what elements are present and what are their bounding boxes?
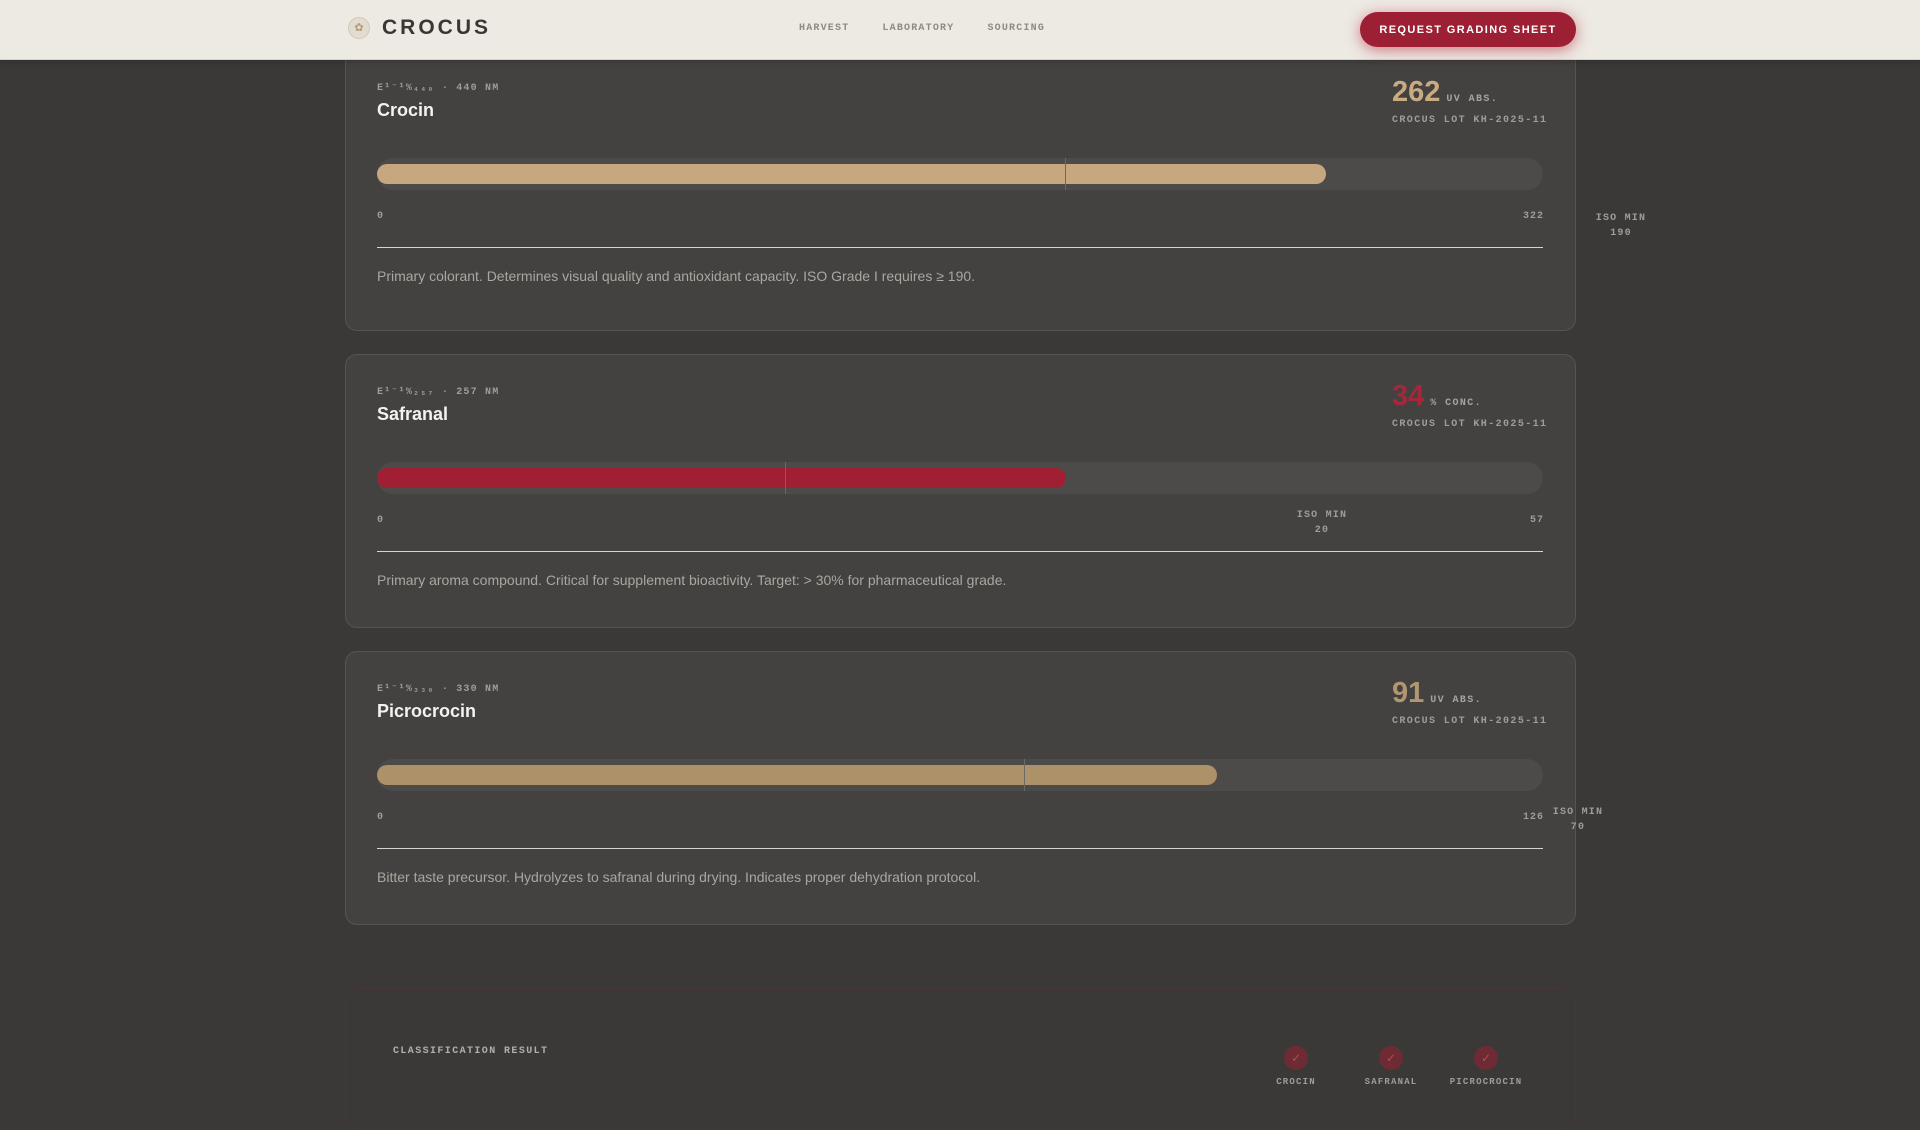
check-icon: ✓ — [1474, 1046, 1498, 1070]
iso-min-label: ISO MIN 190 — [1581, 211, 1661, 241]
progress-fill — [377, 765, 1217, 785]
scale-min-label: 0 — [377, 211, 385, 222]
metric-formula: E¹⁻¹%₃₃₀ · 330 NM — [377, 684, 500, 695]
metric-value: 34 — [1392, 380, 1425, 412]
scale-max-label: 57 — [1529, 515, 1544, 526]
metric-card-crocin: E¹⁻¹%₄₄₀ · 440 NM Crocin 262 UV ABS. CRO… — [345, 50, 1645, 331]
progress-track — [377, 462, 1543, 494]
progress-fill — [377, 164, 1327, 184]
metric-card-picrocrocin: E¹⁻¹%₃₃₀ · 330 NM Picrocrocin 91 UV ABS.… — [345, 651, 1602, 925]
iso-min-value: 190 — [1610, 228, 1632, 239]
iso-min-caption: ISO MIN — [1595, 213, 1647, 224]
main-nav: HARVEST LABORATORY SOURCING — [799, 23, 1078, 34]
nav-harvest[interactable]: HARVEST — [799, 23, 849, 34]
brand[interactable]: ✿ CROCUS — [348, 16, 491, 40]
metric-value: 262 — [1392, 76, 1441, 108]
classification-card: CLASSIFICATION RESULT ✓ ✓ ✓ CROCIN SAFRA… — [345, 988, 1576, 1130]
check-label-safranal: SAFRANAL — [1364, 1077, 1418, 1087]
check-icon: ✓ — [1379, 1046, 1403, 1070]
scale-min-label: 0 — [377, 812, 385, 823]
metric-value-block: 34 % CONC. CROCUS LOT KH-2025-11 — [1392, 380, 1547, 430]
nav-sourcing[interactable]: SOURCING — [987, 23, 1045, 34]
metric-value: 91 — [1392, 677, 1425, 709]
check-label-crocin: CROCIN — [1276, 1077, 1316, 1087]
divider — [377, 247, 1543, 248]
iso-min-value: 20 — [1314, 525, 1330, 536]
scale-max-label: 322 — [1522, 211, 1544, 222]
lot-id: CROCUS LOT KH-2025-11 — [1392, 115, 1548, 126]
iso-min-value: 70 — [1570, 822, 1586, 833]
metric-unit: % CONC. — [1430, 398, 1483, 409]
metric-value-block: 262 UV ABS. CROCUS LOT KH-2025-11 — [1392, 76, 1547, 126]
divider — [377, 848, 1543, 849]
iso-min-marker — [1024, 759, 1026, 791]
metric-description: Primary aroma compound. Critical for sup… — [377, 572, 1007, 588]
classification-label: CLASSIFICATION RESULT — [393, 1046, 549, 1057]
lot-id: CROCUS LOT KH-2025-11 — [1392, 716, 1548, 727]
metric-formula: E¹⁻¹%₄₄₀ · 440 NM — [377, 83, 500, 94]
metric-title: Picrocrocin — [377, 701, 477, 721]
scale-min-label: 0 — [377, 515, 385, 526]
iso-min-label: ISO MIN 20 — [1282, 508, 1362, 538]
iso-min-caption: ISO MIN — [1296, 510, 1348, 521]
iso-min-marker — [785, 462, 787, 494]
brand-name: CROCUS — [382, 16, 492, 39]
divider — [377, 551, 1543, 552]
progress-track — [377, 158, 1543, 190]
metric-title: Safranal — [377, 404, 449, 424]
metric-unit: UV ABS. — [1430, 695, 1483, 706]
iso-min-caption: ISO MIN — [1552, 807, 1604, 818]
lot-id: CROCUS LOT KH-2025-11 — [1392, 419, 1548, 430]
iso-min-marker — [1064, 158, 1066, 190]
progress-track — [377, 759, 1543, 791]
iso-min-label: ISO MIN 70 — [1538, 805, 1618, 835]
nav-laboratory[interactable]: LABORATORY — [882, 23, 954, 34]
metric-card-safranal: E¹⁻¹%₂₅₇ · 257 NM Safranal 34 % CONC. CR… — [345, 354, 1576, 628]
metric-description: Primary colorant. Determines visual qual… — [377, 268, 976, 284]
metric-title: Crocin — [377, 100, 435, 120]
request-grading-sheet-button[interactable]: REQUEST GRADING SHEET — [1360, 12, 1576, 47]
check-icon: ✓ — [1284, 1046, 1308, 1070]
metric-value-block: 91 UV ABS. CROCUS LOT KH-2025-11 — [1392, 677, 1547, 727]
metric-description: Bitter taste precursor. Hydrolyzes to sa… — [377, 869, 981, 885]
metric-formula: E¹⁻¹%₂₅₇ · 257 NM — [377, 387, 500, 398]
check-label-picrocrocin: PICROCROCIN — [1449, 1077, 1523, 1087]
progress-fill — [377, 468, 1067, 488]
crocus-flower-icon: ✿ — [348, 17, 370, 39]
site-header: ✿ CROCUS HARVEST LABORATORY SOURCING REQ… — [0, 0, 1920, 60]
metric-unit: UV ABS. — [1446, 94, 1499, 105]
